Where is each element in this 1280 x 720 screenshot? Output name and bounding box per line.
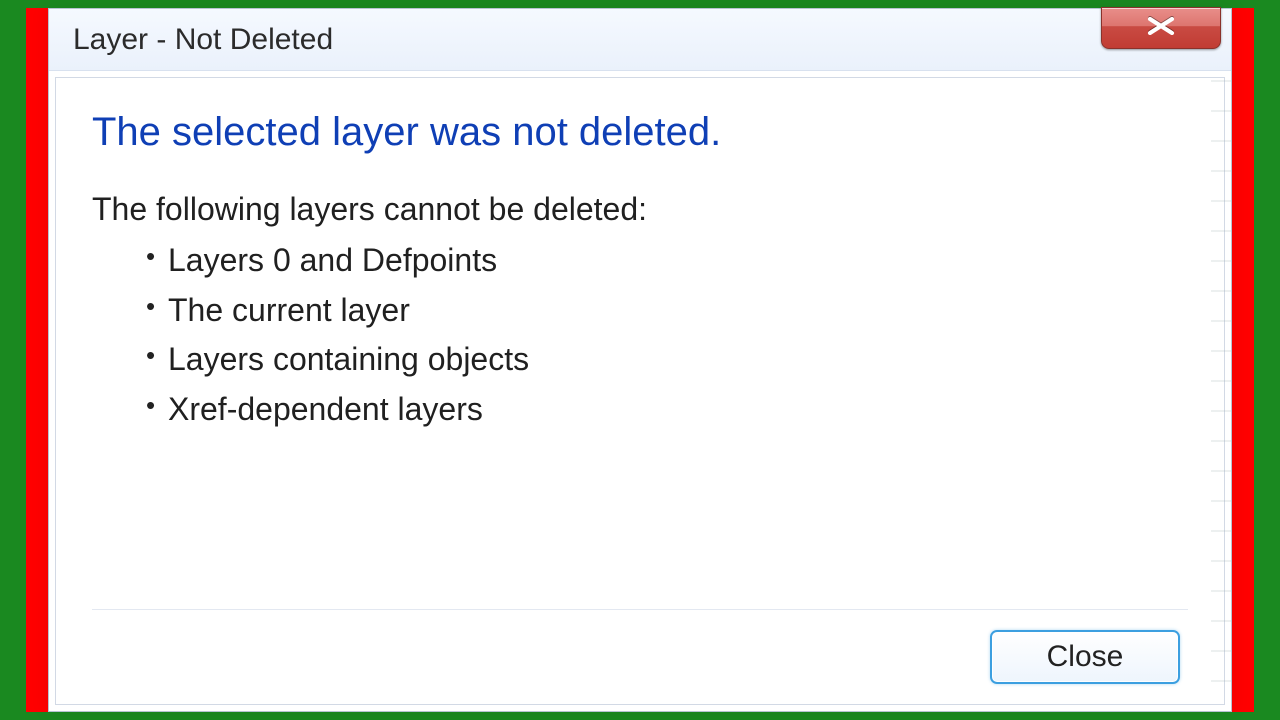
dialog-window: Layer - Not Deleted The selected layer w… — [48, 8, 1232, 712]
close-icon — [1146, 17, 1176, 40]
titlebar: Layer - Not Deleted — [49, 9, 1231, 71]
sub-instruction: The following layers cannot be deleted: — [92, 191, 1188, 228]
close-button-label: Close — [1047, 640, 1124, 674]
dialog-title: Layer - Not Deleted — [73, 23, 333, 57]
list-item: Layers 0 and Defpoints — [146, 236, 1188, 286]
dialog-content: The selected layer was not deleted. The … — [55, 77, 1225, 705]
dialog-footer: Close — [92, 610, 1188, 692]
window-close-button[interactable] — [1101, 7, 1221, 49]
bullet-list: Layers 0 and Defpoints The current layer… — [92, 236, 1188, 434]
list-item: Xref-dependent layers — [146, 385, 1188, 435]
main-instruction: The selected layer was not deleted. — [92, 110, 1188, 155]
list-item: Layers containing objects — [146, 335, 1188, 385]
accent-bar-right — [1232, 8, 1254, 712]
close-button[interactable]: Close — [990, 630, 1180, 684]
list-item: The current layer — [146, 286, 1188, 336]
accent-bar-left — [26, 8, 48, 712]
